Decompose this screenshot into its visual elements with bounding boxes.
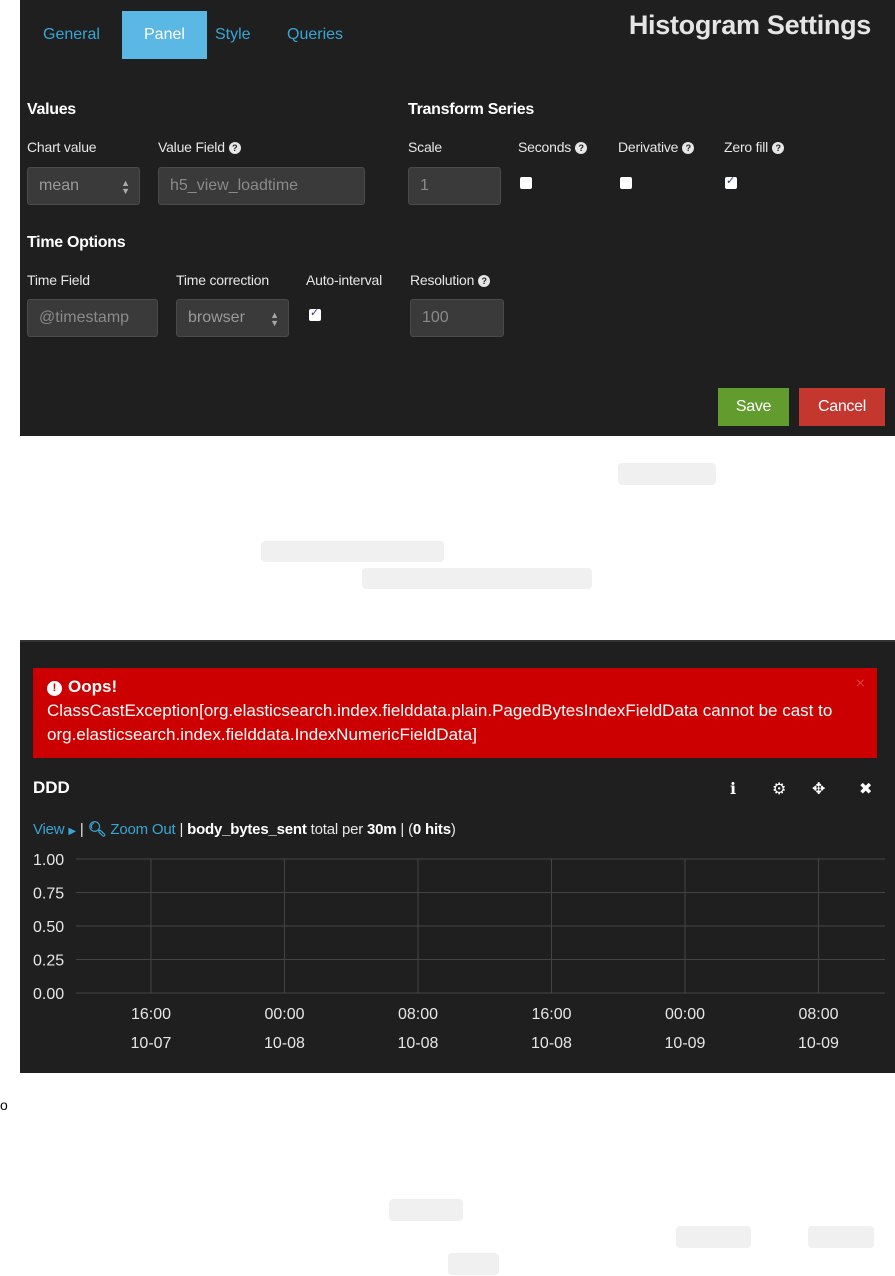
tab-style[interactable]: Style bbox=[193, 11, 273, 59]
close-icon[interactable]: × bbox=[856, 675, 865, 693]
seconds-checkbox[interactable] bbox=[520, 177, 532, 189]
zero-fill-label: Zero fill? bbox=[724, 139, 785, 155]
gear-icon[interactable]: ⚙ bbox=[772, 779, 786, 799]
help-icon[interactable]: ? bbox=[772, 142, 785, 154]
histogram-chart: 1.00 0.75 0.50 0.25 0.00 16:00 10-07 00:00 10-08… bbox=[33, 852, 885, 1052]
scale-label: Scale bbox=[408, 139, 443, 155]
cancel-button[interactable]: Cancel bbox=[799, 388, 885, 426]
close-icon[interactable]: ✖ bbox=[859, 779, 872, 799]
scale-input[interactable]: 1 bbox=[408, 167, 501, 205]
auto-interval-checkbox[interactable] bbox=[309, 306, 321, 321]
resolution-input[interactable]: 100 bbox=[410, 299, 504, 337]
error-title: Oops! bbox=[68, 677, 118, 696]
y-tick-label: 0.50 bbox=[33, 919, 64, 936]
time-options-heading: Time Options bbox=[27, 234, 126, 251]
derivative-checkbox[interactable] bbox=[620, 177, 632, 189]
x-tick-time-label: 16:00 bbox=[531, 1006, 571, 1023]
error-alert: ! Oops! ClassCastException[org.elasticsea… bbox=[33, 668, 877, 758]
tab-queries[interactable]: Queries bbox=[265, 11, 365, 59]
panel-title: DDD bbox=[33, 778, 70, 797]
redacted-block bbox=[808, 1226, 874, 1248]
total-per-text: total per bbox=[310, 821, 364, 838]
values-heading: Values bbox=[27, 101, 76, 118]
view-link[interactable]: View ▶ bbox=[33, 821, 76, 838]
chart-value-select[interactable]: mean ▲ ▼ bbox=[27, 167, 140, 205]
caret-right-icon: ▶ bbox=[68, 826, 76, 837]
zero-fill-checkbox[interactable] bbox=[725, 174, 737, 189]
histogram-panel: ! Oops! ClassCastException[org.elasticsea… bbox=[20, 640, 895, 1073]
redacted-block bbox=[389, 1199, 463, 1221]
help-icon[interactable]: ? bbox=[478, 275, 491, 287]
y-tick-label: 0.75 bbox=[33, 886, 64, 903]
move-icon[interactable]: ✥ bbox=[812, 779, 825, 799]
hits-count: 0 hits bbox=[412, 821, 451, 838]
x-tick-time-label: 08:00 bbox=[398, 1006, 438, 1023]
redacted-block bbox=[261, 541, 444, 562]
info-icon[interactable]: ℹ bbox=[730, 779, 736, 799]
x-tick-date-label: 10-09 bbox=[798, 1035, 839, 1052]
save-button[interactable]: Save bbox=[718, 388, 789, 426]
value-field-label: Value Field? bbox=[158, 139, 241, 155]
resolution-label: Resolution? bbox=[410, 272, 491, 288]
x-tick-time-label: 00:00 bbox=[264, 1006, 304, 1023]
zoom-out-icon: 🔍︎ bbox=[87, 821, 107, 838]
value-field-input[interactable]: h5_view_loadtime bbox=[158, 167, 365, 205]
x-tick-time-label: 00:00 bbox=[665, 1006, 705, 1023]
chart-toolbar: View ▶ | 🔍︎ Zoom Out | body_bytes_sent t… bbox=[33, 821, 456, 838]
footnote-text: o bbox=[0, 1097, 8, 1113]
select-arrows-icon: ▲ ▼ bbox=[121, 178, 130, 196]
x-tick-date-label: 10-08 bbox=[264, 1035, 305, 1052]
y-tick-label: 1.00 bbox=[33, 852, 64, 869]
redacted-block bbox=[676, 1226, 751, 1248]
time-correction-select[interactable]: browser ▲ ▼ bbox=[176, 299, 289, 337]
zoom-out-link[interactable]: 🔍︎ Zoom Out bbox=[88, 821, 176, 838]
derivative-label: Derivative? bbox=[618, 139, 695, 155]
redacted-block bbox=[618, 463, 716, 485]
help-icon[interactable]: ? bbox=[228, 142, 241, 154]
help-icon[interactable]: ? bbox=[575, 142, 588, 154]
select-arrows-icon: ▲ ▼ bbox=[270, 310, 279, 328]
x-tick-date-label: 10-07 bbox=[131, 1035, 172, 1052]
error-message: ClassCastException[org.elasticsearch.ind… bbox=[47, 701, 833, 744]
field-name: body_bytes_sent bbox=[187, 821, 307, 838]
x-tick-date-label: 10-08 bbox=[531, 1035, 572, 1052]
x-tick-time-label: 16:00 bbox=[131, 1006, 171, 1023]
redacted-block bbox=[448, 1253, 499, 1275]
time-field-label: Time Field bbox=[27, 272, 90, 288]
settings-title: Histogram Settings bbox=[628, 10, 871, 40]
chart-value-label: Chart value bbox=[27, 139, 97, 155]
help-icon[interactable]: ? bbox=[682, 142, 695, 154]
transform-series-heading: Transform Series bbox=[408, 101, 534, 118]
interval-value: 30m bbox=[367, 821, 397, 838]
seconds-label: Seconds? bbox=[518, 139, 588, 155]
time-correction-label: Time correction bbox=[176, 272, 269, 288]
exclamation-icon: ! bbox=[47, 681, 62, 696]
x-tick-date-label: 10-08 bbox=[398, 1035, 439, 1052]
y-tick-label: 0.25 bbox=[33, 953, 64, 970]
y-tick-label: 0.00 bbox=[33, 986, 64, 1003]
redacted-block bbox=[362, 568, 592, 589]
x-tick-time-label: 08:00 bbox=[798, 1006, 838, 1023]
auto-interval-label: Auto-interval bbox=[306, 272, 382, 288]
histogram-settings-panel: General Panel Style Queries Histogram Se… bbox=[20, 0, 895, 436]
x-tick-date-label: 10-09 bbox=[665, 1035, 706, 1052]
time-field-input[interactable]: @timestamp bbox=[27, 299, 158, 337]
tab-general[interactable]: General bbox=[21, 11, 122, 59]
